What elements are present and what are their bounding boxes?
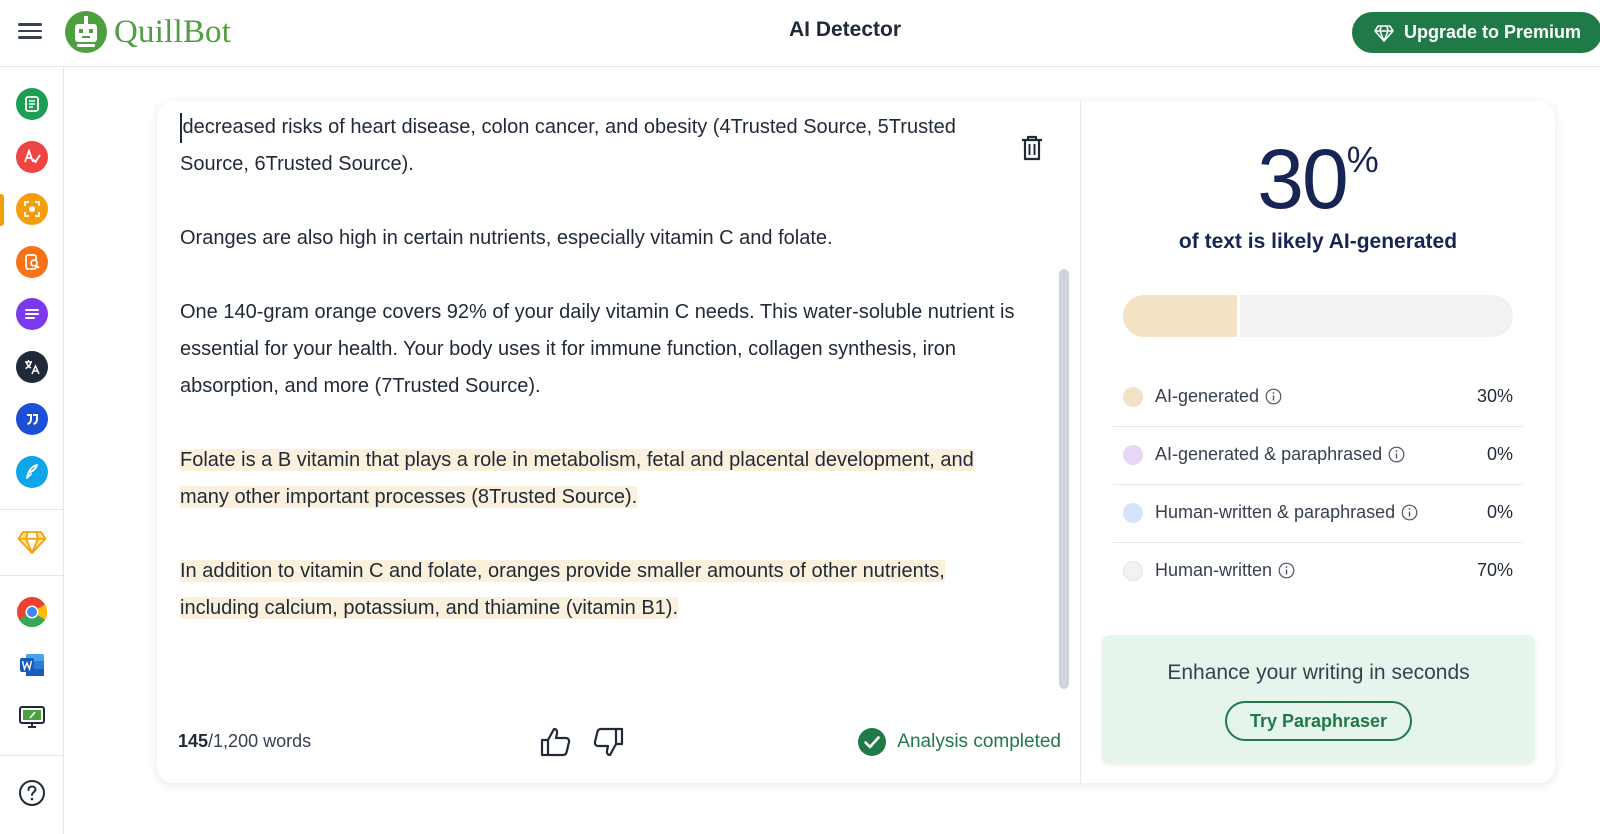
editor-paragraph[interactable]: One 140-gram orange covers 92% of your d… (180, 294, 1020, 405)
score-bar-fill (1123, 295, 1240, 337)
editor-scrollbar[interactable] (1059, 269, 1069, 689)
citation-generator-icon[interactable] (16, 403, 48, 435)
help-icon[interactable] (16, 777, 48, 809)
info-icon[interactable] (1278, 562, 1295, 579)
grammar-checker-icon[interactable] (16, 141, 48, 173)
score-value: 30 (1257, 132, 1348, 226)
category-label: Human-written & paraphrased (1155, 502, 1396, 522)
ai-detector-card: decreased risks of heart disease, colon … (157, 101, 1555, 783)
sidebar-divider (0, 509, 64, 510)
results-panel: 30% of text is likely AI-generated AI-ge… (1081, 101, 1555, 783)
info-icon[interactable] (1265, 388, 1282, 405)
category-row: AI-generated & paraphrased 0% (1113, 427, 1523, 485)
category-label-group: Human-written & paraphrased (1155, 502, 1418, 523)
paraphraser-promo: Enhance your writing in seconds Try Para… (1102, 635, 1535, 763)
category-value: 70% (1476, 560, 1513, 580)
try-paraphraser-button[interactable]: Try Paraphraser (1225, 701, 1412, 741)
summarizer-icon[interactable] (16, 88, 48, 120)
category-label: AI-generated & paraphrased (1155, 444, 1383, 464)
check-circle-icon (858, 728, 887, 756)
promo-text: Enhance your writing in seconds (1167, 661, 1470, 684)
chrome-extension-icon[interactable] (16, 596, 48, 628)
plagiarism-checker-icon[interactable] (16, 246, 48, 278)
editor-footer: 145/1,200 words Analysis completed (178, 727, 1061, 757)
category-label-group: Human-written (1155, 560, 1295, 581)
paragraph-text: decreased risks of heart disease, colon … (180, 116, 956, 175)
desktop-app-icon[interactable] (16, 701, 48, 733)
category-color-dot (1123, 503, 1143, 523)
score-unit: % (1346, 139, 1379, 180)
co-writer-icon[interactable] (16, 456, 48, 488)
editor-paragraph[interactable]: Oranges are also high in certain nutrien… (180, 220, 1020, 257)
category-row: AI-generated 30% (1113, 369, 1523, 427)
thumbs-up-icon[interactable] (539, 725, 573, 759)
analysis-status: Analysis completed (857, 727, 1061, 757)
word-counter: 145/1,200 words (178, 731, 311, 752)
editor-text-area[interactable]: decreased risks of heart disease, colon … (180, 111, 1020, 664)
editor-paragraph[interactable]: decreased risks of heart disease, colon … (180, 109, 1020, 183)
upgrade-label: Upgrade to Premium (1404, 22, 1582, 42)
premium-diamond-icon[interactable] (16, 525, 48, 557)
category-label-group: AI-generated & paraphrased (1155, 444, 1405, 465)
sidebar-divider (0, 575, 64, 576)
category-label: AI-generated (1155, 386, 1260, 406)
thumbs-down-icon[interactable] (591, 725, 625, 759)
translator-icon[interactable] (16, 351, 48, 383)
category-color-dot (1123, 561, 1143, 581)
active-tool-indicator (0, 194, 4, 226)
word-count: 145 (178, 731, 209, 751)
tools-sidebar (0, 67, 64, 834)
trash-icon[interactable] (1019, 134, 1045, 162)
category-label: Human-written (1155, 560, 1273, 580)
status-text: Analysis completed (897, 731, 1061, 752)
text-caret (180, 112, 182, 143)
category-label-group: AI-generated (1155, 386, 1282, 407)
top-header: QuillBot AI Detector Upgrade to Premium (0, 0, 1600, 67)
ai-highlighted-text: Folate is a B vitamin that plays a role … (180, 449, 974, 508)
paraphraser-icon[interactable] (16, 298, 48, 330)
paragraph-text: One 140-gram orange covers 92% of your d… (180, 301, 1015, 397)
ai-detector-icon[interactable] (16, 193, 48, 225)
category-row: Human-written & paraphrased 0% (1113, 485, 1523, 543)
sidebar-divider (0, 755, 64, 756)
category-value: 0% (1486, 502, 1513, 522)
upgrade-button[interactable]: Upgrade to Premium (1352, 12, 1600, 53)
editor-paragraph[interactable]: In addition to vitamin C and folate, ora… (180, 553, 1020, 627)
word-limit: /1,200 words (208, 731, 312, 751)
diamond-icon (1374, 24, 1394, 42)
category-color-dot (1123, 387, 1143, 407)
info-icon[interactable] (1388, 446, 1405, 463)
category-value: 0% (1486, 444, 1513, 464)
ai-score: 30% (1081, 131, 1555, 228)
word-addin-icon[interactable] (16, 649, 48, 681)
info-icon[interactable] (1401, 504, 1418, 521)
text-editor[interactable]: decreased risks of heart disease, colon … (157, 101, 1082, 783)
editor-paragraph[interactable]: Folate is a B vitamin that plays a role … (180, 442, 1020, 516)
score-caption: of text is likely AI-generated (1178, 230, 1458, 253)
category-row: Human-written 70% (1113, 543, 1523, 601)
category-value: 30% (1476, 386, 1513, 406)
category-color-dot (1123, 445, 1143, 465)
paragraph-text: Oranges are also high in certain nutrien… (180, 227, 833, 249)
score-bar (1123, 295, 1513, 337)
ai-highlighted-text: In addition to vitamin C and folate, ora… (180, 560, 945, 619)
